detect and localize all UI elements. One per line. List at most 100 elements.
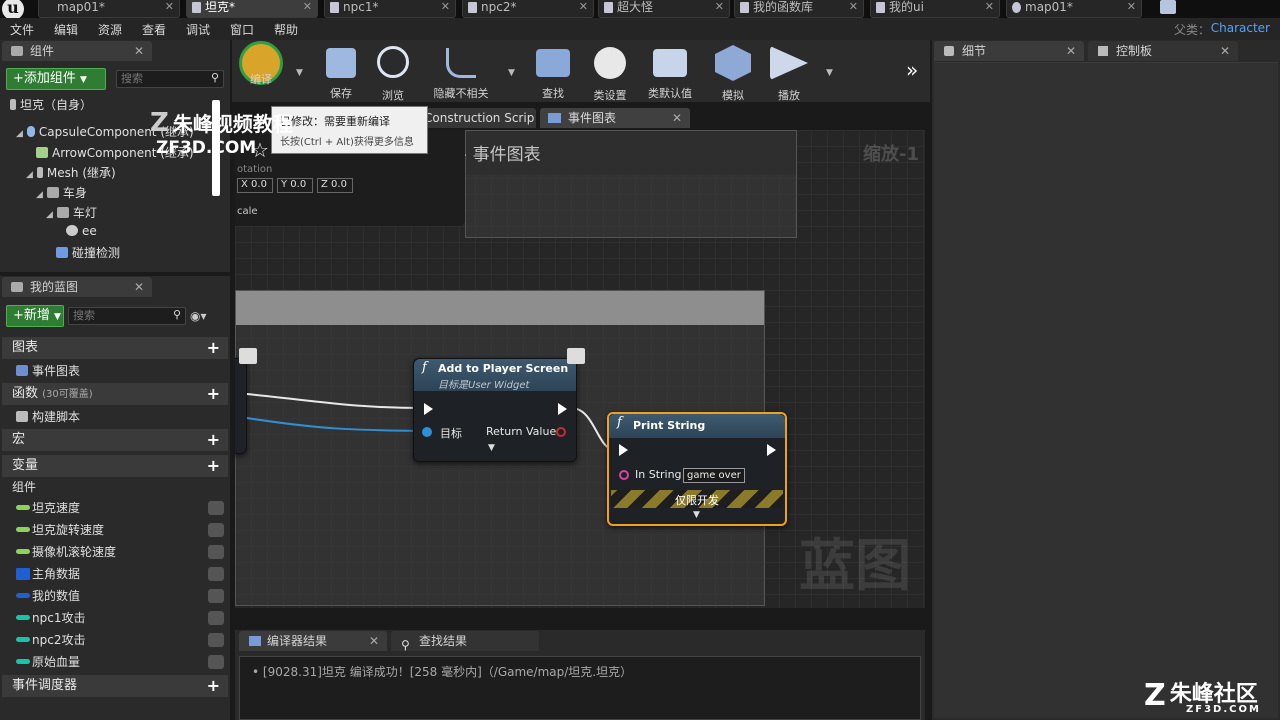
parent-class-link[interactable]: Character bbox=[1211, 21, 1270, 35]
tree-item-ee[interactable]: ee bbox=[66, 224, 97, 238]
close-icon[interactable]: ✕ bbox=[1220, 41, 1230, 61]
tree-item-collision[interactable]: 碰撞检测 bbox=[56, 244, 120, 261]
chevron-down-icon[interactable]: ▼ bbox=[296, 68, 303, 78]
window-tab-npc1[interactable]: npc1* ✕ bbox=[324, 0, 456, 18]
event-dispatchers-section[interactable]: 事件调度器 + bbox=[2, 675, 228, 697]
close-icon[interactable]: ✕ bbox=[441, 0, 450, 14]
tab-details[interactable]: 细节 ✕ bbox=[934, 41, 1084, 61]
visibility-toggle-icon[interactable] bbox=[208, 567, 224, 581]
visibility-toggle-icon[interactable] bbox=[208, 611, 224, 625]
expand-arrow-icon[interactable]: ◢ bbox=[36, 190, 43, 200]
menu-edit[interactable]: 编辑 bbox=[54, 21, 78, 38]
tab-find-results[interactable]: ⚲ 查找结果 bbox=[391, 631, 539, 652]
add-graph-icon[interactable]: + bbox=[207, 337, 220, 359]
window-tab-map01[interactable]: map01* ✕ bbox=[38, 0, 180, 18]
class-defaults-button[interactable]: 类默认值 bbox=[642, 43, 698, 100]
close-icon[interactable]: ✕ bbox=[134, 41, 144, 61]
tab-compiler-results[interactable]: 编译器结果 ✕ bbox=[239, 631, 387, 651]
print-string-node[interactable]: f Print String In String game over 仅限开发 … bbox=[607, 412, 787, 526]
add-new-button[interactable]: +新增 ▼ bbox=[6, 305, 64, 327]
close-icon[interactable]: ✕ bbox=[672, 108, 682, 128]
variable-base-health[interactable]: 原始血量 bbox=[2, 651, 228, 673]
graphs-section[interactable]: 图表 + bbox=[2, 337, 228, 359]
components-group[interactable]: 组件 bbox=[2, 476, 228, 498]
in-string-field[interactable]: game over bbox=[683, 468, 745, 483]
add-macro-icon[interactable]: + bbox=[207, 429, 220, 451]
window-tab-function-library[interactable]: 我的函数库 ✕ bbox=[734, 0, 864, 18]
window-tab-my-ui[interactable]: 我的ui ✕ bbox=[870, 0, 1000, 18]
add-dispatcher-icon[interactable]: + bbox=[207, 675, 220, 697]
menu-debug[interactable]: 调试 bbox=[186, 21, 210, 38]
window-tab-npc2[interactable]: npc2* ✕ bbox=[462, 0, 594, 18]
chevron-down-icon[interactable]: ▼ bbox=[508, 68, 515, 78]
visibility-toggle-icon[interactable] bbox=[208, 545, 224, 559]
notification-icon[interactable] bbox=[1160, 0, 1176, 14]
visibility-toggle-icon[interactable] bbox=[208, 523, 224, 537]
tree-item-self[interactable]: 坦克（自身） bbox=[10, 96, 92, 113]
menu-file[interactable]: 文件 bbox=[10, 21, 34, 38]
exec-out-pin[interactable] bbox=[558, 403, 567, 415]
visibility-toggle-icon[interactable] bbox=[208, 633, 224, 647]
close-icon[interactable]: ✕ bbox=[134, 277, 144, 297]
add-to-player-screen-node[interactable]: f Add to Player Screen 目标是User Widget 目标… bbox=[413, 358, 577, 462]
tab-event-graph[interactable]: 事件图表 ✕ bbox=[540, 108, 690, 128]
eye-icon[interactable]: ◉▾ bbox=[190, 309, 207, 323]
close-icon[interactable]: ✕ bbox=[715, 0, 724, 14]
variable-tank-rotation-speed[interactable]: 坦克旋转速度 bbox=[2, 519, 228, 541]
tree-item-body[interactable]: ◢ 车身 bbox=[36, 184, 87, 201]
browse-button[interactable]: 浏览 bbox=[368, 43, 418, 102]
target-pin[interactable] bbox=[422, 427, 432, 437]
save-button[interactable]: 保存 bbox=[316, 43, 366, 100]
find-button[interactable]: 查找 bbox=[528, 43, 578, 100]
close-icon[interactable]: ✕ bbox=[165, 0, 174, 14]
variable-npc2-attack[interactable]: npc2攻击 bbox=[2, 629, 228, 651]
event-graph-canvas[interactable]: 坦克 › 事件图表 缩放-1 ☆ otation X 0.0 Y 0.0 Z 0… bbox=[235, 130, 925, 608]
window-tab-big-monster[interactable]: 超大怪 ✕ bbox=[598, 0, 730, 18]
exec-in-pin[interactable] bbox=[619, 444, 628, 456]
add-variable-icon[interactable]: + bbox=[207, 455, 220, 477]
expand-arrow-icon[interactable]: ◢ bbox=[46, 210, 53, 220]
functions-section[interactable]: 函数 (30可覆盖) + bbox=[2, 383, 228, 405]
expand-node-icon[interactable]: ▼ bbox=[488, 443, 495, 453]
return-value-pin[interactable] bbox=[556, 427, 566, 437]
my-blueprint-tab[interactable]: 我的蓝图 ✕ bbox=[2, 277, 152, 297]
exec-in-pin[interactable] bbox=[424, 403, 433, 415]
expand-arrow-icon[interactable]: ◢ bbox=[26, 170, 33, 180]
compile-button[interactable]: 编译 bbox=[236, 41, 286, 99]
hide-unrelated-button[interactable]: 隐藏不相关 bbox=[430, 43, 492, 100]
in-string-pin[interactable] bbox=[619, 470, 629, 480]
close-icon[interactable]: ✕ bbox=[369, 631, 379, 651]
window-tab-tank[interactable]: 坦克* ✕ bbox=[186, 0, 318, 18]
add-function-icon[interactable]: + bbox=[207, 383, 220, 405]
components-tab[interactable]: 组件 ✕ bbox=[2, 41, 152, 61]
add-component-button[interactable]: +添加组件 ▼ bbox=[6, 68, 106, 90]
tree-item-mesh[interactable]: ◢ Mesh (继承) bbox=[26, 164, 116, 181]
tab-palette[interactable]: 控制板 ✕ bbox=[1088, 41, 1238, 61]
macros-section[interactable]: 宏 + bbox=[2, 429, 228, 451]
variable-camera-wheel-speed[interactable]: 摄像机滚轮速度 bbox=[2, 541, 228, 563]
overflow-chevron-icon[interactable]: » bbox=[906, 58, 918, 82]
close-icon[interactable]: ✕ bbox=[1066, 41, 1076, 61]
visibility-toggle-icon[interactable] bbox=[208, 655, 224, 669]
close-icon[interactable]: ✕ bbox=[303, 0, 312, 14]
variable-hero-data[interactable]: 主角数据 bbox=[2, 563, 228, 585]
construct-script-item[interactable]: 构建脚本 bbox=[2, 406, 228, 428]
variables-section[interactable]: 变量 + bbox=[2, 455, 228, 477]
event-graph-item[interactable]: 事件图表 bbox=[2, 360, 228, 382]
menu-view[interactable]: 查看 bbox=[142, 21, 166, 38]
variable-my-value[interactable]: 我的数值 bbox=[2, 585, 228, 607]
components-search-input[interactable]: 搜索 ⚲ bbox=[116, 70, 224, 88]
close-icon[interactable]: ✕ bbox=[849, 0, 858, 14]
window-tab-map01-b[interactable]: map01* ✕ bbox=[1006, 0, 1142, 18]
play-button[interactable]: 播放 bbox=[764, 43, 814, 102]
visibility-toggle-icon[interactable] bbox=[208, 589, 224, 603]
expand-node-icon[interactable]: ▼ bbox=[693, 510, 700, 520]
close-icon[interactable]: ✕ bbox=[579, 0, 588, 14]
close-icon[interactable]: ✕ bbox=[985, 0, 994, 14]
variable-tank-speed[interactable]: 坦克速度 bbox=[2, 497, 228, 519]
tree-item-lights[interactable]: ◢ 车灯 bbox=[46, 204, 97, 221]
menu-window[interactable]: 窗口 bbox=[230, 21, 254, 38]
chevron-down-icon[interactable]: ▼ bbox=[826, 68, 833, 78]
menu-help[interactable]: 帮助 bbox=[274, 21, 298, 38]
simulate-button[interactable]: 模拟 bbox=[708, 43, 758, 102]
